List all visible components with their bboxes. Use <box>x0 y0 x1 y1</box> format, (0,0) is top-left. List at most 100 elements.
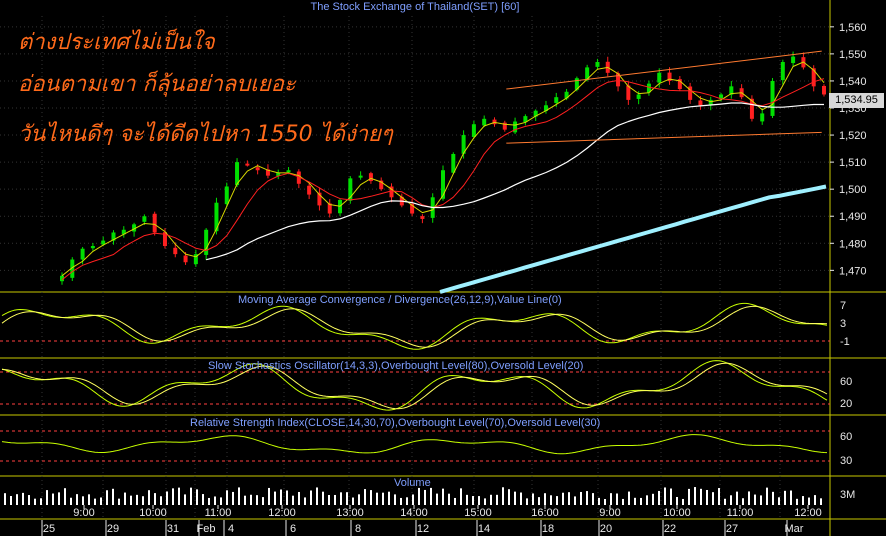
volume-bar <box>736 491 738 505</box>
volume-bar <box>532 493 534 505</box>
volume-bar <box>112 488 114 505</box>
volume-bar <box>106 490 108 505</box>
volume-bar <box>136 494 138 505</box>
candle-body <box>173 247 178 255</box>
volume-bar <box>442 488 444 505</box>
moving-average-200 <box>439 184 827 294</box>
volume-bar <box>814 495 816 505</box>
volume-bar <box>580 491 582 505</box>
volume-bar <box>694 487 696 505</box>
volume-bar <box>130 495 132 505</box>
volume-panel-label: Volume <box>394 477 431 489</box>
volume-bar <box>316 487 318 505</box>
volume-bar <box>70 497 72 505</box>
volume-bar <box>52 493 54 505</box>
volume-bar <box>712 492 714 505</box>
volume-bar <box>370 490 372 505</box>
volume-bar <box>220 497 222 505</box>
volume-bar <box>328 494 330 505</box>
volume-bar <box>202 494 204 505</box>
volume-bar <box>490 494 492 505</box>
price-tick-label: 1,510 <box>839 157 867 169</box>
price-tick-label: 1,480 <box>839 238 867 250</box>
date-label: Feb <box>197 523 216 535</box>
volume-bar <box>460 488 462 505</box>
volume-bar <box>304 497 306 505</box>
volume-bar <box>436 493 438 505</box>
time-label: 13:00 <box>336 507 364 519</box>
volume-bar <box>526 498 528 505</box>
volume-bar <box>604 498 606 505</box>
candle-body <box>80 248 85 260</box>
volume-bar <box>76 494 78 505</box>
stochastics-panel-label: Slow Stochastics Oscillator(14,3,3),Over… <box>208 360 584 372</box>
volume-bar <box>658 490 660 505</box>
volume-bar <box>346 492 348 505</box>
volume-bar <box>646 495 648 505</box>
volume-bar <box>778 497 780 505</box>
time-label: 16:00 <box>531 507 559 519</box>
volume-bar <box>820 498 822 505</box>
indicator-axis-label: 30 <box>840 455 852 467</box>
volume-bar <box>262 497 264 505</box>
volume-bar <box>238 487 240 505</box>
volume-bar <box>790 490 792 505</box>
volume-bar <box>16 494 18 505</box>
time-label: 11:00 <box>727 507 754 519</box>
volume-bar <box>730 495 732 505</box>
price-tick-label: 1,540 <box>839 76 867 88</box>
macd-panel-label: Moving Average Convergence / Divergence(… <box>238 294 562 306</box>
volume-bar <box>208 497 210 505</box>
volume-bar <box>214 496 216 505</box>
candle-body <box>204 229 209 255</box>
volume-bar <box>502 487 504 505</box>
volume-bar <box>718 488 720 505</box>
volume-bar <box>424 489 426 505</box>
volume-bar <box>4 493 6 505</box>
volume-bar <box>472 496 474 505</box>
volume-bar <box>352 497 354 505</box>
candle-body <box>307 185 312 195</box>
candle-body <box>358 175 363 178</box>
volume-bar <box>118 498 120 505</box>
volume-bar <box>394 494 396 505</box>
volume-bar <box>478 496 480 505</box>
volume-bar <box>754 494 756 505</box>
macd-line <box>1 302 828 350</box>
volume-bar <box>10 495 12 505</box>
candle-body <box>657 72 662 83</box>
date-label: 22 <box>664 523 676 535</box>
volume-bar <box>40 498 42 505</box>
volume-bar <box>430 487 432 505</box>
volume-bar <box>292 495 294 505</box>
candle-body <box>595 62 600 67</box>
candle-body <box>760 113 765 122</box>
time-label: 12:00 <box>268 507 296 519</box>
volume-bar <box>28 495 30 505</box>
volume-bar <box>412 494 414 505</box>
volume-bar <box>64 488 66 505</box>
volume-bar <box>178 487 180 505</box>
volume-bar <box>448 493 450 505</box>
candle-body <box>811 68 816 87</box>
price-tick-label: 1,550 <box>839 49 867 61</box>
volume-bar <box>688 488 690 505</box>
indicator-axis-label: 60 <box>840 431 852 443</box>
volume-bar <box>358 494 360 505</box>
time-label: 14:00 <box>400 507 428 519</box>
time-label: 15:00 <box>464 507 492 519</box>
annotation-line-2: อ่อนตามเขา ก็ลุ้นอย่าลบเยอะ <box>18 72 296 97</box>
volume-bar <box>652 493 654 505</box>
volume-bar <box>616 493 618 505</box>
volume-bar <box>46 490 48 505</box>
volume-bar <box>514 491 516 505</box>
volume-bar <box>226 490 228 505</box>
candle-body <box>822 85 826 95</box>
volume-bar <box>628 491 630 505</box>
volume-bar <box>640 497 642 505</box>
candle-body <box>152 213 157 233</box>
trend-line-lower <box>506 131 822 144</box>
volume-bar <box>280 489 282 505</box>
volume-bar <box>592 493 594 505</box>
volume-bar <box>142 496 144 505</box>
